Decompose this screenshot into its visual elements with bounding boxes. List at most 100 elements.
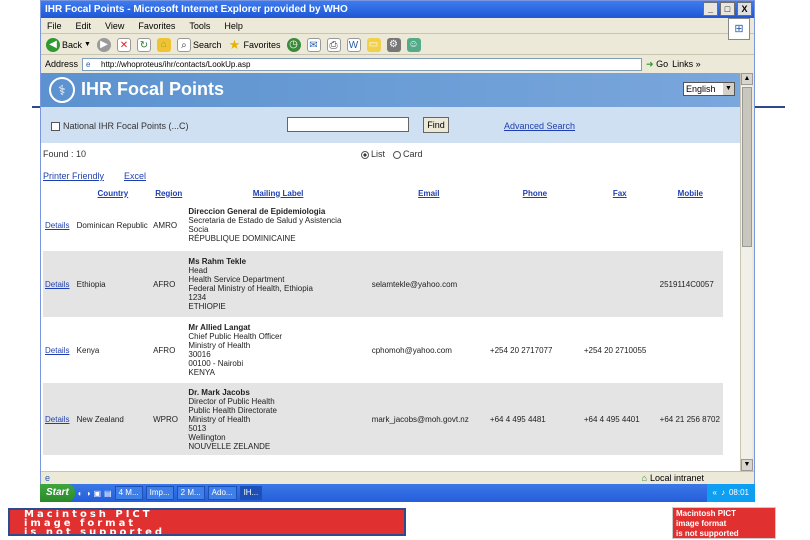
quicklaunch-icon[interactable]: ◑ xyxy=(86,489,91,498)
table-row: Details Dominican Republic AMRO Direccio… xyxy=(43,199,723,251)
site-header: ⚕ IHR Focal Points English ▼ xyxy=(41,73,741,107)
fax-cell xyxy=(581,251,658,317)
chevron-down-icon: ▼ xyxy=(723,83,734,95)
maximize-button[interactable]: □ xyxy=(720,2,735,16)
taskbar-item[interactable]: IH... xyxy=(239,486,263,500)
focal-points-checkbox[interactable] xyxy=(51,121,60,131)
column-header-mobile[interactable]: Mobile xyxy=(658,187,723,199)
country-cell: New Zealand xyxy=(74,383,152,455)
table-header: Country Region Mailing Label Email Phone… xyxy=(43,187,723,199)
column-header-phone[interactable]: Phone xyxy=(488,187,582,199)
speaker-icon[interactable]: ♪ xyxy=(721,484,725,502)
go-button[interactable]: ➜ Go xyxy=(646,59,668,70)
find-button[interactable]: Find xyxy=(423,117,449,133)
phone-cell xyxy=(487,199,582,251)
details-link[interactable]: Details xyxy=(45,221,69,230)
search-input[interactable] xyxy=(287,117,409,132)
quicklaunch-icon[interactable]: ▣ xyxy=(93,489,101,498)
minimize-button[interactable]: _ xyxy=(703,2,718,16)
phone-cell: +254 20 2717077 xyxy=(487,317,582,383)
scroll-up-icon[interactable]: ▲ xyxy=(741,73,753,85)
results-table: Country Region Mailing Label Email Phone… xyxy=(43,187,723,455)
details-link[interactable]: Details xyxy=(45,415,69,424)
table-row: Details Kenya AFRO Mr Allied Langat Chie… xyxy=(43,317,723,383)
quicklaunch-icon[interactable]: ◐ xyxy=(78,489,83,498)
print-icon[interactable]: ⎙ xyxy=(326,37,341,52)
fax-cell: +64 4 495 4401 xyxy=(581,383,658,455)
links-button[interactable]: Links » xyxy=(672,59,701,69)
folder-icon[interactable]: ▭ xyxy=(366,37,381,52)
table-row: Details Ethiopia AFRO Ms Rahm Tekle Head… xyxy=(43,251,723,317)
region-cell: WPRO xyxy=(151,383,187,455)
card-view-radio[interactable]: Card xyxy=(393,149,423,159)
country-cell: Dominican Republic xyxy=(74,199,152,251)
mailing-label-cell: Mr Allied Langat Chief Public Health Off… xyxy=(186,317,370,383)
menu-edit[interactable]: Edit xyxy=(76,18,92,33)
mobile-cell: +64 21 256 8702 xyxy=(657,383,723,455)
fax-cell: +254 20 2710055 xyxy=(581,317,658,383)
details-link[interactable]: Details xyxy=(45,280,69,289)
menu-view[interactable]: View xyxy=(105,18,124,33)
email-cell: cphomoh@yahoo.com xyxy=(369,317,488,383)
details-link[interactable]: Details xyxy=(45,346,69,355)
menu-file[interactable]: File xyxy=(47,18,62,33)
search-button[interactable]: ⌕ Search xyxy=(176,37,221,52)
export-links: Printer Friendly Excel xyxy=(41,161,741,187)
edit-icon[interactable]: W xyxy=(346,37,361,52)
column-header-email[interactable]: Email xyxy=(370,187,488,199)
region-cell: AFRO xyxy=(151,317,187,383)
phone-cell: +64 4 495 4481 xyxy=(487,383,582,455)
refresh-icon[interactable]: ↻ xyxy=(136,37,151,52)
language-select[interactable]: English ▼ xyxy=(683,82,735,96)
menu-help[interactable]: Help xyxy=(224,18,243,33)
column-header-country[interactable]: Country xyxy=(75,187,151,199)
back-button[interactable]: ◀ Back ▼ xyxy=(46,37,91,52)
start-button[interactable]: Start xyxy=(40,484,75,502)
back-arrow-icon: ◀ xyxy=(46,37,60,52)
close-button[interactable]: X xyxy=(737,2,752,16)
toolbar: ◀ Back ▼ ▶ ✕ ↻ ⌂ ⌕ Search ★ Favorites ◷ … xyxy=(41,35,754,55)
mailing-label-cell: Dr. Mark Jacobs Director of Public Healt… xyxy=(186,383,370,455)
address-bar: Address e http://whoproteus/ihr/contacts… xyxy=(41,56,754,72)
taskbar-item[interactable]: Imp... xyxy=(145,486,174,500)
page-content: ⚕ IHR Focal Points English ▼ National IH… xyxy=(41,73,741,471)
radio-selected-icon xyxy=(361,150,369,159)
mail-icon[interactable]: ✉ xyxy=(306,37,321,52)
tray-chevron-icon[interactable]: « xyxy=(713,484,717,502)
results-summary: Found : 10 List Card xyxy=(41,143,741,161)
focal-points-checkbox-row: National IHR Focal Points (...C) xyxy=(51,121,189,131)
slide-rule-right xyxy=(755,106,785,108)
stop-icon[interactable]: ✕ xyxy=(116,37,131,52)
list-view-radio[interactable]: List xyxy=(361,149,385,159)
favorites-button[interactable]: ★ Favorites xyxy=(227,37,281,52)
unsupported-image-placeholder: Macintosh PICT image format is not suppo… xyxy=(8,508,406,536)
menu-favorites[interactable]: Favorites xyxy=(138,18,175,33)
table-row: Details New Zealand WPRO Dr. Mark Jacobs… xyxy=(43,383,723,455)
printer-friendly-link[interactable]: Printer Friendly xyxy=(43,171,104,181)
column-header-fax[interactable]: Fax xyxy=(582,187,658,199)
page-icon: e xyxy=(86,59,91,69)
history-icon[interactable]: ◷ xyxy=(286,37,301,52)
excel-link[interactable]: Excel xyxy=(124,171,146,181)
advanced-search-link[interactable]: Advanced Search xyxy=(504,121,575,131)
vertical-scrollbar[interactable]: ▲ ▼ xyxy=(740,73,753,471)
home-icon[interactable]: ⌂ xyxy=(156,37,171,52)
column-header-mailing-label[interactable]: Mailing Label xyxy=(186,187,369,199)
quicklaunch-icon[interactable]: ▤ xyxy=(104,489,112,498)
unsupported-image-placeholder: Macintosh PICT image format is not suppo… xyxy=(672,507,776,539)
fax-cell xyxy=(581,199,658,251)
tools-icon[interactable]: ⚙ xyxy=(386,37,401,52)
taskbar-item[interactable]: 2 M... xyxy=(176,486,205,500)
messenger-icon[interactable]: ☺ xyxy=(406,37,421,52)
email-cell: selamtekle@yahoo.com xyxy=(369,251,488,317)
security-zone: ⌂ Local intranet xyxy=(641,473,704,483)
scroll-down-icon[interactable]: ▼ xyxy=(741,459,753,471)
mailing-label-cell: Ms Rahm Tekle Head Health Service Depart… xyxy=(186,251,370,317)
address-input[interactable]: e http://whoproteus/ihr/contacts/LookUp.… xyxy=(82,57,643,71)
menu-tools[interactable]: Tools xyxy=(189,18,210,33)
taskbar-item[interactable]: Ado... xyxy=(207,486,237,500)
scroll-thumb[interactable] xyxy=(742,87,752,247)
taskbar-item[interactable]: 4 M... xyxy=(114,486,143,500)
column-header-region[interactable]: Region xyxy=(151,187,186,199)
forward-arrow-icon[interactable]: ▶ xyxy=(96,37,111,52)
